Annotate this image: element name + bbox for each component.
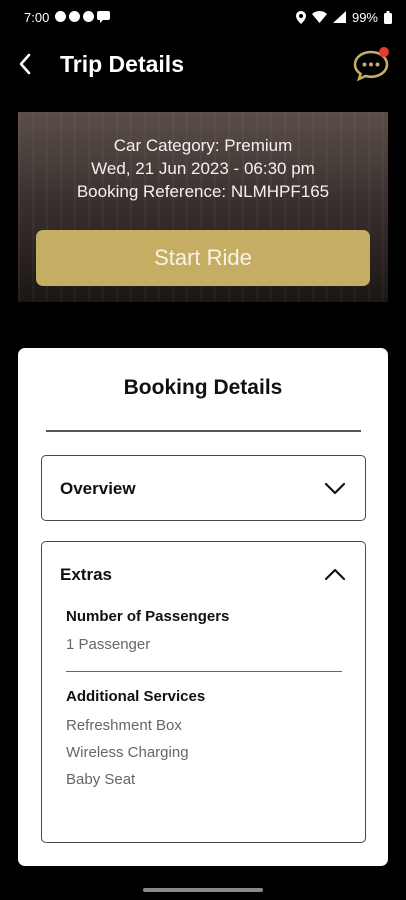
booking-details-title: Booking Details [123,376,283,399]
trip-summary: Car Category: Premium Wed, 21 Jun 2023 -… [18,134,388,203]
battery-icon [384,10,392,24]
trip-banner: Car Category: Premium Wed, 21 Jun 2023 -… [18,112,388,302]
back-button[interactable] [2,40,48,88]
chat-button[interactable] [352,46,390,82]
overview-accordion-header[interactable]: Overview [42,456,365,522]
overview-label: Overview [60,479,136,498]
wifi-icon [311,11,327,23]
service-item: Baby Seat [66,771,136,788]
status-time: 7:00 [24,9,50,25]
service-item: Wireless Charging [66,744,189,761]
divider [46,430,361,432]
page-title: Trip Details [60,50,184,77]
start-ride-button[interactable]: Start Ride [36,230,370,286]
booking-datetime: Wed, 21 Jun 2023 - 06:30 pm [91,159,315,178]
home-indicator[interactable] [143,888,263,892]
chat-bubble-icon [353,47,389,82]
chevron-down-icon [324,482,346,495]
additional-services-label: Additional Services [66,688,206,705]
passengers-label: Number of Passengers [66,608,230,625]
notification-icon [69,11,81,22]
extras-accordion: Extras Number of Passengers 1 Passenger … [41,541,366,843]
extras-label: Extras [60,565,112,584]
extras-accordion-header[interactable]: Extras [42,542,365,608]
passengers-value: 1 Passenger [66,636,151,653]
status-bar: 7:00 99% [0,0,406,34]
chevron-up-icon [324,568,346,581]
app-header: Trip Details [0,40,406,88]
status-left: 7:00 [24,9,111,25]
chevron-left-icon [19,53,31,75]
signal-icon [332,11,346,23]
skype-notification-icon [55,11,67,22]
booking-details-card: Booking Details Overview Extras Number o… [18,348,388,866]
status-right: 99% [295,9,392,25]
location-icon [295,10,306,24]
notification-icons [55,11,111,23]
battery-percent: 99% [351,9,378,25]
message-notification-icon [97,11,111,23]
overview-accordion: Overview [41,455,366,521]
booking-reference: Booking Reference: NLMHPF165 [76,182,330,201]
notification-icon [83,11,95,22]
car-category: Car Category: Premium [113,136,293,155]
service-item: Refreshment Box [66,717,182,734]
divider [66,671,342,672]
notification-dot [379,47,389,57]
